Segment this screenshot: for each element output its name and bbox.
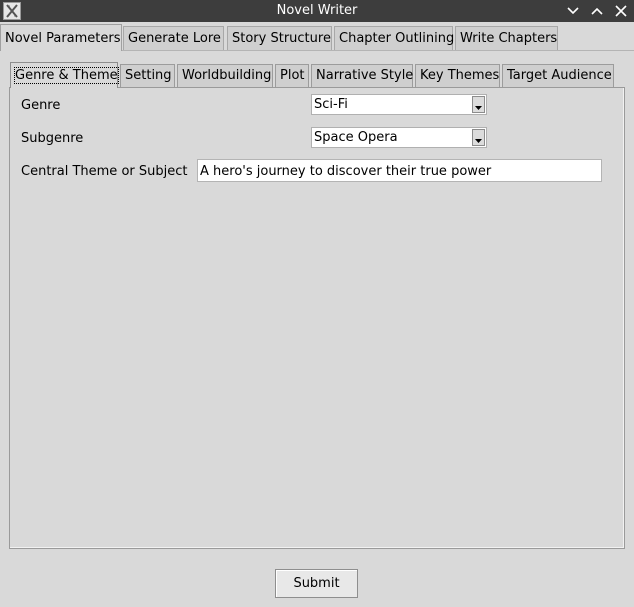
- tab-key-themes[interactable]: Key Themes: [415, 64, 500, 87]
- central-theme-label: Central Theme or Subject: [21, 164, 188, 179]
- tab-setting[interactable]: Setting: [120, 64, 175, 87]
- dropdown-arrow-icon[interactable]: [472, 96, 485, 113]
- genre-label: Genre: [21, 98, 61, 113]
- central-theme-input[interactable]: [197, 159, 602, 182]
- subgenre-label: Subgenre: [21, 131, 84, 146]
- tab-genre-theme[interactable]: Genre & Theme: [10, 62, 119, 88]
- subgenre-value: Space Opera: [314, 130, 398, 145]
- tab-generate-lore[interactable]: Generate Lore: [123, 26, 224, 50]
- chevron-down-icon: [567, 7, 579, 15]
- tab-target-audience[interactable]: Target Audience: [502, 64, 614, 87]
- maximize-button[interactable]: [589, 3, 605, 19]
- tab-novel-parameters[interactable]: Novel Parameters: [0, 24, 122, 51]
- submit-button[interactable]: Submit: [275, 569, 358, 598]
- genre-value: Sci-Fi: [314, 97, 348, 112]
- close-button[interactable]: [613, 3, 629, 19]
- tab-story-structure[interactable]: Story Structure: [227, 26, 332, 50]
- window-titlebar: Novel Writer: [0, 0, 634, 22]
- tab-narrative-style[interactable]: Narrative Style: [311, 64, 413, 87]
- tab-worldbuilding[interactable]: Worldbuilding: [177, 64, 273, 87]
- close-icon: [615, 5, 627, 17]
- genre-select[interactable]: Sci-Fi: [311, 94, 487, 115]
- minimize-button[interactable]: [565, 3, 581, 19]
- main-tab-bar: Novel Parameters Generate Lore Story Str…: [0, 24, 634, 51]
- tab-chapter-outlining[interactable]: Chapter Outlining: [334, 26, 454, 50]
- window-title: Novel Writer: [276, 3, 358, 18]
- dropdown-arrow-icon[interactable]: [472, 129, 485, 146]
- subgenre-select[interactable]: Space Opera: [311, 127, 487, 148]
- tab-plot[interactable]: Plot: [275, 64, 309, 87]
- genre-theme-panel: Genre Sci-Fi Subgenre Space Opera Centra…: [9, 87, 625, 549]
- chevron-up-icon: [591, 7, 603, 15]
- tab-write-chapters[interactable]: Write Chapters: [455, 26, 558, 50]
